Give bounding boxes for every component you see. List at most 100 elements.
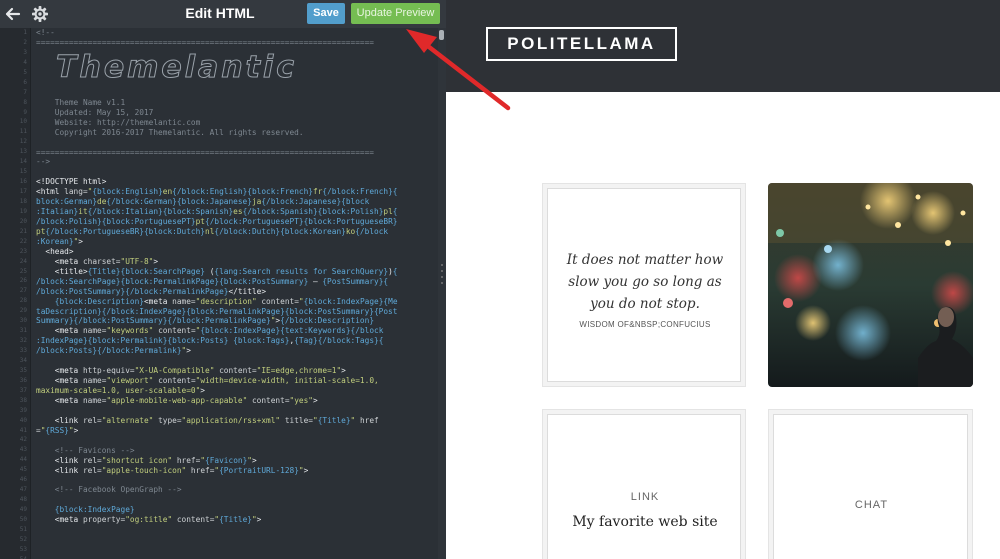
code-line: <title>{Title}{block:SearchPage} ({lang:… [36, 267, 438, 277]
code-line: Updated: May 15, 2017 [36, 108, 438, 118]
code-token: {/block [355, 227, 389, 236]
line-number: 33 [19, 347, 27, 354]
code-token: {/block:Japanese}{block [261, 197, 370, 207]
code-token: {PostSummary}{ [322, 276, 389, 286]
line-number-gutter: 1 2 3 4 5 6 7 8 9 10 11 12 13 14 15 16 17 18 19 20 21 22 23 24 2… [0, 28, 31, 559]
code-line: :IndexPage}{block:Permalink}{block:Posts… [36, 336, 438, 346]
code-token: /block:SearchPage}{block:PermalinkPage}{… [36, 276, 309, 286]
code-token: <head> [36, 246, 74, 256]
code-line: maximum-scale=1.0, user-scalable=0"> [36, 386, 438, 396]
line-number: 49 [19, 506, 27, 513]
code-token: "X-UA-Compatible" [134, 366, 215, 376]
chat-post[interactable]: CHAT [768, 409, 973, 559]
code-token: pt [36, 227, 46, 236]
line-number: 16 [19, 178, 27, 186]
editor-toolbar: Edit HTML Save Update Preview [0, 0, 446, 28]
line-number: 22 [19, 237, 27, 245]
line-number: 27 [19, 287, 27, 295]
blog-title[interactable]: POLITELLAMA [486, 27, 677, 61]
code-token: Copyright 2016-2017 Themelantic. All rig… [36, 127, 304, 137]
code-token: {Title} [317, 415, 351, 425]
code-token: content= [153, 376, 196, 386]
line-number: 13 [19, 148, 27, 156]
code-token: {block:Tags} [233, 336, 290, 346]
code-token: href [355, 415, 379, 425]
line-number: 5 [23, 68, 27, 76]
code-token: <meta [36, 326, 83, 336]
code-line: ="{RSS}"> [36, 426, 438, 436]
line-number: 29 [19, 307, 27, 315]
code-token: ========================================… [36, 147, 374, 157]
code-token: — [308, 276, 323, 286]
settings-button[interactable] [30, 4, 50, 24]
link-post-title[interactable]: My favorite web site [548, 514, 742, 530]
code-token: ( [205, 266, 215, 276]
code-token: charset= [82, 256, 121, 266]
update-preview-button[interactable]: Update Preview [351, 3, 440, 24]
code-token: name= [172, 296, 196, 306]
chat-post-card: CHAT [773, 414, 968, 559]
code-editor[interactable]: <!-- ====================================… [36, 28, 438, 559]
code-token: property= [82, 515, 126, 525]
code-token: type= [153, 415, 182, 425]
code-token: "alternate" [101, 415, 154, 425]
code-token: {/block:Description} [280, 316, 375, 326]
code-token: en [162, 187, 173, 197]
line-number: 1 [23, 29, 27, 36]
panel-resize-handle[interactable] [440, 262, 444, 286]
code-token: ja [251, 197, 262, 207]
scrollbar-thumb[interactable] [439, 30, 444, 40]
link-post-type-label: LINK [630, 491, 660, 503]
code-token: > [200, 386, 205, 395]
photo-post[interactable] [768, 183, 973, 387]
code-line: /block:Polish}{block:PortuguesePT}pt{/bl… [36, 217, 438, 227]
code-token: taDescription}{/block:IndexPage}{block:P… [36, 306, 398, 316]
line-number: 34 [19, 356, 27, 364]
code-token: Theme Name v1.1 [36, 97, 126, 107]
code-line: <link rel="apple-touch-icon" href="{Port… [36, 466, 438, 476]
code-token: {/block:German}{block:Japanese} [106, 197, 252, 207]
code-line: Themelantic [36, 48, 438, 88]
code-token: {/block:PortugueseBR}{block:Dutch} [45, 227, 205, 236]
code-token: :IndexPage}{block:Permalink}{block:Posts… [36, 336, 229, 346]
line-number: 3 [23, 48, 27, 56]
line-number: 23 [19, 247, 27, 255]
line-number: 20 [19, 217, 27, 225]
code-token: content= [172, 515, 215, 525]
chat-post-type-label: CHAT [854, 499, 889, 511]
line-number: 26 [19, 277, 27, 285]
save-button[interactable]: Save [307, 3, 345, 24]
code-line: pt{/block:PortugueseBR}{block:Dutch}nl{/… [36, 227, 438, 237]
code-token: {Favicon} [205, 455, 248, 465]
code-token: rel= [82, 415, 102, 425]
editor-scrollbar[interactable] [438, 28, 446, 559]
code-token: name= [82, 376, 107, 386]
code-token: {RSS} [45, 425, 69, 435]
code-token: "og:title" [125, 515, 173, 525]
theme-preview-panel: POLITELLAMA It does not matter how slow … [446, 0, 1000, 559]
line-number: 12 [19, 138, 27, 146]
line-number: 46 [19, 476, 27, 484]
code-token: content= [214, 366, 257, 376]
line-number: 17 [19, 188, 27, 195]
html-editor-panel: Edit HTML Save Update Preview 1234567891… [0, 0, 446, 559]
code-token: "description" [195, 296, 257, 306]
link-post[interactable]: LINK My favorite web site [542, 409, 746, 559]
code-line: <!-- [36, 28, 438, 38]
code-line: <!DOCTYPE html> [36, 177, 438, 187]
line-number: 6 [23, 78, 27, 86]
code-line: <meta property="og:title" content="{Titl… [36, 515, 438, 525]
line-number: 4 [23, 58, 27, 66]
quote-post[interactable]: It does not matter how slow you go so lo… [542, 183, 746, 387]
code-token: name= [82, 326, 107, 336]
code-token: de [97, 197, 107, 207]
back-button[interactable] [3, 4, 23, 24]
code-token: ko [345, 227, 356, 236]
code-token: <link [36, 465, 83, 475]
code-line: :Korean}"> [36, 237, 438, 247]
line-number: 19 [19, 207, 27, 215]
quote-text: It does not matter how slow you go so lo… [566, 252, 724, 312]
